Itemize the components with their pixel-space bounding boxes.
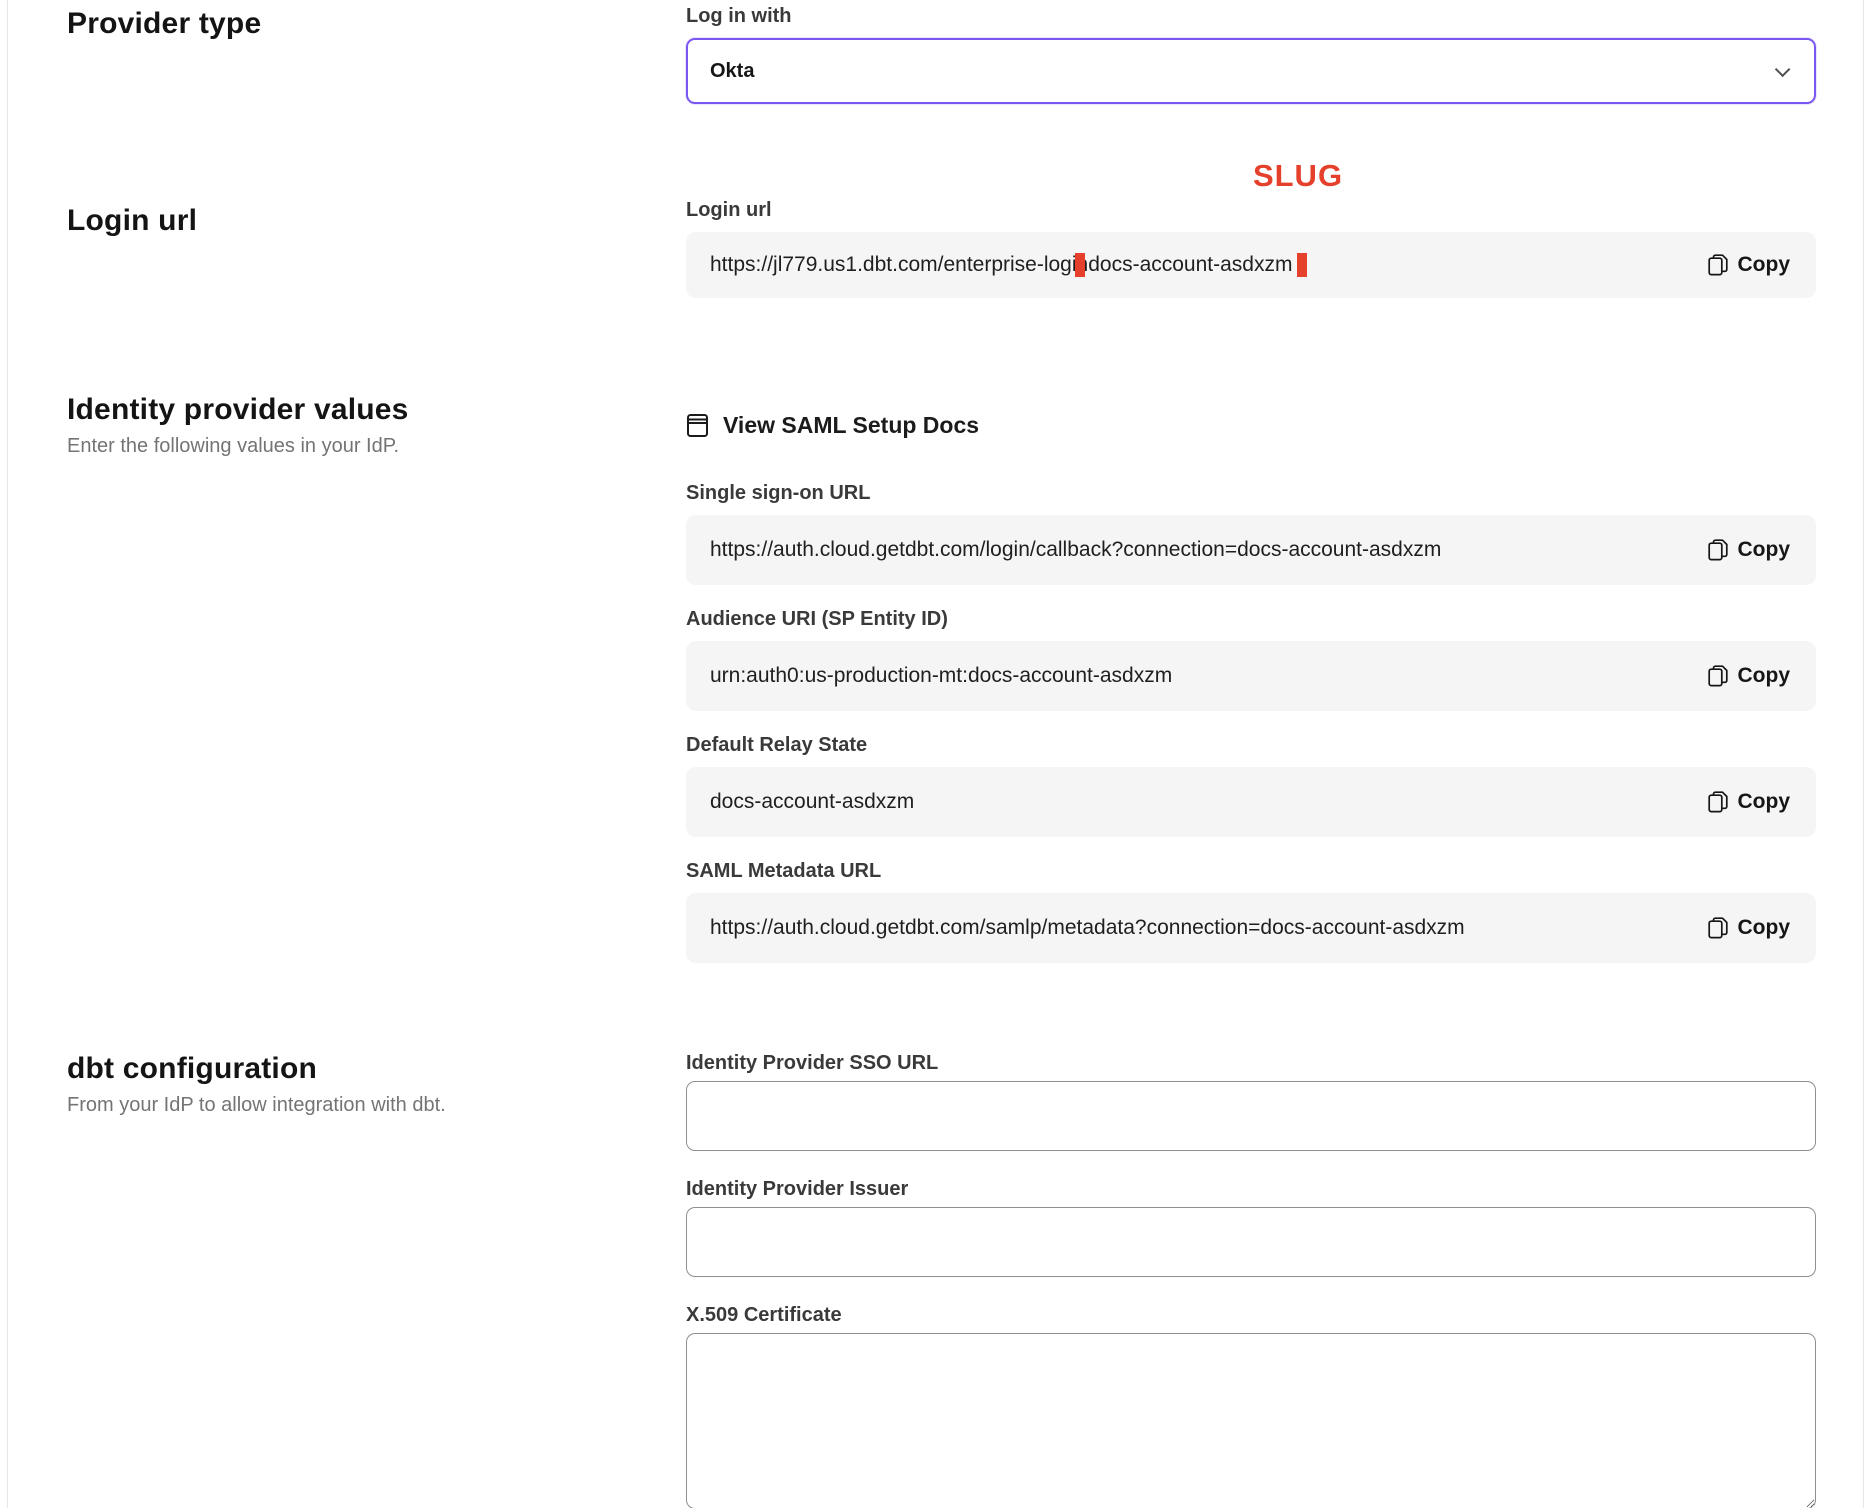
default-relay-state-field: docs-account-asdxzm Copy [686, 767, 1816, 837]
single-sign-on-url-value: https://auth.cloud.getdbt.com/login/call… [710, 538, 1708, 562]
copy-icon [1708, 791, 1728, 813]
copy-button-label: Copy [1738, 253, 1791, 277]
single-sign-on-url-label: Single sign-on URL [686, 481, 1816, 505]
copy-icon [1708, 917, 1728, 939]
saml-metadata-url-field: https://auth.cloud.getdbt.com/samlp/meta… [686, 893, 1816, 963]
copy-saml-metadata-url-button[interactable]: Copy [1708, 916, 1791, 940]
docs-book-icon [686, 413, 709, 438]
login-url-slug: docs-account-asdxzm [1088, 253, 1292, 276]
card-left-border [7, 0, 8, 1508]
login-url-heading: Login url [67, 203, 686, 239]
default-relay-state-field-group: Default Relay State docs-account-asdxzm … [686, 733, 1816, 837]
sso-settings-page: Provider type Log in with Okta Login url… [0, 0, 1876, 1508]
copy-button-label: Copy [1738, 538, 1791, 562]
view-saml-setup-docs-link[interactable]: View SAML Setup Docs [686, 412, 979, 439]
section-identity-provider-values: Identity provider values Enter the follo… [0, 298, 1876, 963]
copy-button-label: Copy [1738, 916, 1791, 940]
copy-button-label: Copy [1738, 790, 1791, 814]
provider-type-heading: Provider type [67, 6, 686, 42]
audience-uri-label: Audience URI (SP Entity ID) [686, 607, 1816, 631]
copy-audience-uri-button[interactable]: Copy [1708, 664, 1791, 688]
copy-default-relay-state-button[interactable]: Copy [1708, 790, 1791, 814]
identity-provider-issuer-input[interactable] [686, 1207, 1816, 1277]
chevron-down-icon [1775, 61, 1791, 77]
idp-issuer-input-group: Identity Provider Issuer [686, 1177, 1816, 1277]
copy-login-url-button[interactable]: Copy [1708, 253, 1791, 277]
single-sign-on-url-field: https://auth.cloud.getdbt.com/login/call… [686, 515, 1816, 585]
copy-icon [1708, 254, 1728, 276]
login-url-field: https://jl779.us1.dbt.com/enterprise-log… [686, 232, 1816, 298]
section-dbt-configuration: dbt configuration From your IdP to allow… [0, 963, 1876, 1508]
section-provider-type: Provider type Log in with Okta [0, 0, 1876, 104]
copy-icon [1708, 539, 1728, 561]
identity-provider-values-subtitle: Enter the following values in your IdP. [67, 434, 686, 458]
card-right-border [1863, 0, 1864, 1508]
identity-provider-values-heading: Identity provider values [67, 392, 686, 428]
identity-provider-sso-url-label: Identity Provider SSO URL [686, 1051, 1816, 1075]
section-login-url: Login url SLUG Login url https://jl779.u… [0, 104, 1876, 298]
x509-certificate-label: X.509 Certificate [686, 1303, 1816, 1327]
dbt-configuration-subtitle: From your IdP to allow integration with … [67, 1093, 686, 1117]
default-relay-state-label: Default Relay State [686, 733, 1816, 757]
provider-select-value: Okta [710, 60, 1775, 83]
saml-metadata-url-value: https://auth.cloud.getdbt.com/samlp/meta… [710, 916, 1708, 940]
saml-metadata-url-label: SAML Metadata URL [686, 859, 1816, 883]
slug-annotation-label: SLUG [1162, 158, 1434, 194]
saml-metadata-url-field-group: SAML Metadata URL https://auth.cloud.get… [686, 859, 1816, 963]
audience-uri-field-group: Audience URI (SP Entity ID) urn:auth0:us… [686, 607, 1816, 711]
log-in-with-label: Log in with [686, 4, 1816, 28]
dbt-configuration-heading: dbt configuration [67, 1051, 686, 1087]
copy-icon [1708, 665, 1728, 687]
copy-button-label: Copy [1738, 664, 1791, 688]
provider-select[interactable]: Okta [686, 38, 1816, 104]
identity-provider-issuer-label: Identity Provider Issuer [686, 1177, 1816, 1201]
x509-certificate-input-group: X.509 Certificate [686, 1303, 1816, 1508]
x509-certificate-textarea[interactable] [686, 1333, 1816, 1508]
login-url-prefix: https://jl779.us1.dbt.com/enterprise-log… [710, 253, 1088, 276]
copy-single-sign-on-url-button[interactable]: Copy [1708, 538, 1791, 562]
login-url-value: https://jl779.us1.dbt.com/enterprise-log… [710, 253, 1708, 277]
identity-provider-sso-url-input[interactable] [686, 1081, 1816, 1151]
audience-uri-field: urn:auth0:us-production-mt:docs-account-… [686, 641, 1816, 711]
audience-uri-value: urn:auth0:us-production-mt:docs-account-… [710, 664, 1708, 688]
docs-link-label: View SAML Setup Docs [723, 412, 979, 439]
sso-url-field-group: Single sign-on URL https://auth.cloud.ge… [686, 481, 1816, 585]
default-relay-state-value: docs-account-asdxzm [710, 790, 1708, 814]
login-url-field-label: Login url [686, 198, 1816, 222]
idp-sso-url-input-group: Identity Provider SSO URL [686, 1051, 1816, 1151]
